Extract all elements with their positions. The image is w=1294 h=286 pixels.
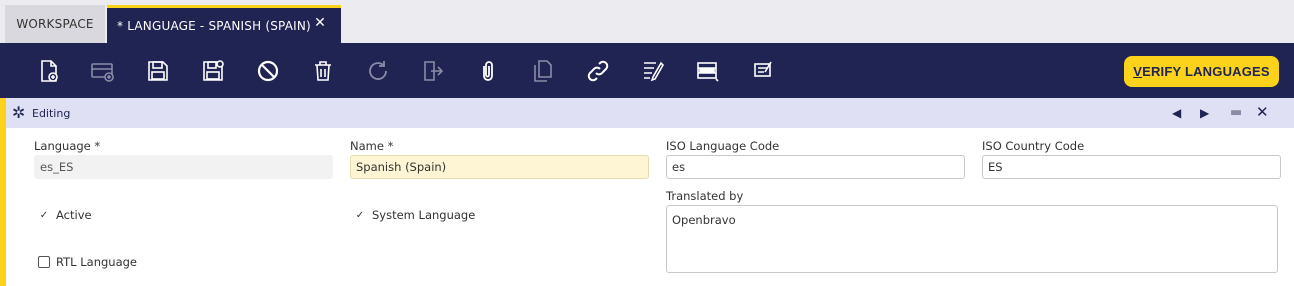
system-language-check-icon: ✓ <box>355 209 365 221</box>
editing-asterisk-icon: ✲ <box>12 103 26 122</box>
toolbar: VERIFY LANGUAGES <box>0 43 1294 98</box>
iso-language-code-label: ISO Language Code <box>666 139 780 153</box>
clone-icon[interactable] <box>530 58 556 84</box>
tab-workspace[interactable]: WORKSPACE <box>5 5 105 43</box>
translated-by-field[interactable]: Openbravo <box>666 205 1278 273</box>
name-label: Name * <box>350 139 394 153</box>
verify-languages-mnemonic: V <box>1133 64 1143 79</box>
previous-record-icon[interactable]: ◀ <box>1172 106 1181 120</box>
maximize-icon[interactable]: ▬ <box>1230 105 1242 120</box>
link-icon[interactable] <box>585 58 611 84</box>
active-checkbox[interactable]: ✓ Active <box>38 208 92 222</box>
language-label: Language * <box>34 139 101 153</box>
refresh-icon[interactable] <box>365 58 391 84</box>
tab-workspace-label: WORKSPACE <box>16 17 94 31</box>
undo-cancel-icon[interactable] <box>255 58 281 84</box>
status-bar: ✲ Editing ◀ ▶ ▬ ✕ <box>6 98 1294 128</box>
new-document-icon[interactable] <box>36 58 62 84</box>
tab-bar: WORKSPACE * LANGUAGE - SPANISH (SPAIN) ✕ <box>0 0 1294 43</box>
verify-languages-button[interactable]: VERIFY LANGUAGES <box>1124 56 1279 87</box>
translated-by-label: Translated by <box>666 189 744 203</box>
rtl-language-checkbox-box <box>38 256 50 268</box>
iso-country-code-label: ISO Country Code <box>982 139 1085 153</box>
active-label: Active <box>56 208 92 222</box>
system-language-checkbox[interactable]: ✓ System Language <box>354 208 476 222</box>
grid-view-icon[interactable] <box>695 58 721 84</box>
system-language-label: System Language <box>372 208 476 222</box>
verify-languages-label: ERIFY LANGUAGES <box>1142 64 1270 79</box>
iso-country-code-field[interactable]: ES <box>982 155 1281 179</box>
new-row-icon[interactable] <box>90 58 116 84</box>
attachment-icon[interactable] <box>475 58 501 84</box>
tab-language-spanish[interactable]: * LANGUAGE - SPANISH (SPAIN) ✕ <box>107 5 341 43</box>
language-field: es_ES <box>34 155 333 179</box>
iso-language-code-field[interactable]: es <box>666 155 965 179</box>
name-field[interactable]: Spanish (Spain) <box>350 155 649 179</box>
export-icon[interactable] <box>420 58 446 84</box>
status-text: Editing <box>32 107 71 120</box>
rtl-language-checkbox[interactable]: RTL Language <box>38 255 137 269</box>
notes-icon[interactable] <box>750 58 776 84</box>
next-record-icon[interactable]: ▶ <box>1200 106 1209 120</box>
tab-language-label: * LANGUAGE - SPANISH (SPAIN) <box>117 18 311 33</box>
active-check-icon: ✓ <box>39 209 49 221</box>
close-form-icon[interactable]: ✕ <box>1256 103 1269 121</box>
save-and-new-icon[interactable] <box>200 58 226 84</box>
save-icon[interactable] <box>145 58 171 84</box>
audit-trail-icon[interactable] <box>640 58 666 84</box>
close-tab-icon[interactable]: ✕ <box>314 15 326 31</box>
delete-icon[interactable] <box>310 58 336 84</box>
rtl-language-label: RTL Language <box>56 255 137 269</box>
